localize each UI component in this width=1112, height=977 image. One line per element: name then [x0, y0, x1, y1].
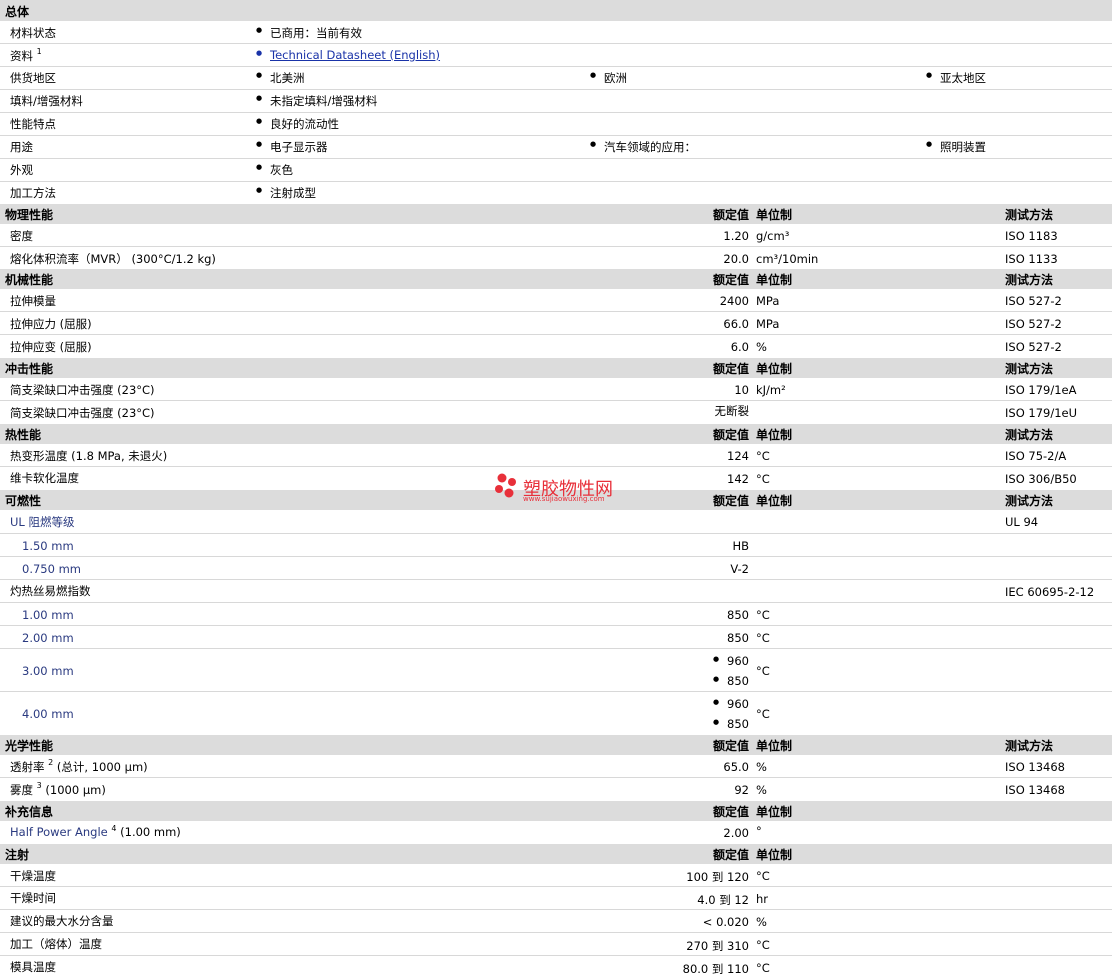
- general-row-status: 材料状态 已商用：当前有效: [0, 21, 1112, 44]
- datasheet-link[interactable]: Technical Datasheet (English): [256, 48, 440, 62]
- section-header-physical: 物理性能 额定值 单位制 测试方法: [0, 204, 1112, 224]
- watermark-url: www.sujiaowuxing.com: [523, 495, 605, 503]
- flammability-row-ul-1: 1.50 mm HB: [0, 534, 1112, 557]
- section-header-additional: 补充信息 额定值 单位制: [0, 801, 1112, 821]
- injection-row-drytime: 干燥时间 4.0 到 12 hr: [0, 887, 1112, 910]
- mechanical-row-modulus: 拉伸模量 2400 MPa ISO 527-2: [0, 289, 1112, 312]
- general-row-region: 供货地区 北美洲 欧洲 亚太地区: [0, 67, 1112, 90]
- thermal-row-hdt: 热变形温度 (1.8 MPa, 未退火) 124 °C ISO 75-2/A: [0, 444, 1112, 467]
- section-header-injection: 注射 额定值 单位制: [0, 844, 1112, 864]
- physical-row-density: 密度 1.20 g/cm³ ISO 1183: [0, 224, 1112, 247]
- watermark-logo: 塑胶物性网 www.sujiaowuxing.com: [493, 471, 613, 504]
- injection-row-moldtemp: 模具温度 80.0 到 110 °C: [10, 960, 770, 976]
- flammability-row-ul-2: 0.750 mm V-2: [0, 557, 1112, 580]
- section-header-impact: 冲击性能 额定值 单位制 测试方法: [0, 358, 1112, 378]
- mechanical-row-stress: 拉伸应力 (屈服) 66.0 MPa ISO 527-2: [0, 312, 1112, 335]
- flammability-row-gw-4: 4.00 mm 960 850 °C: [0, 692, 1112, 735]
- flammability-row-gw-2: 2.00 mm 850 °C: [0, 626, 1112, 649]
- injection-row-drytemp: 干燥温度 100 到 120 °C: [0, 864, 1112, 887]
- mechanical-row-strain: 拉伸应变 (屈服) 6.0 % ISO 527-2: [10, 340, 1062, 354]
- flammability-row-gw-1: 1.00 mm 850 °C: [0, 603, 1112, 626]
- injection-row-moisture: 建议的最大水分含量 < 0.020 %: [0, 910, 1112, 933]
- impact-row-unnotched: 简支梁缺口冲击强度 (23°C) 无断裂 ISO 179/1eU: [10, 404, 1078, 420]
- flammability-row-gw-3: 3.00 mm 960 850 °C: [0, 649, 1112, 692]
- general-row-filler: 填料/增强材料 未指定填料/增强材料: [0, 90, 1112, 113]
- general-row-docs: 资料 1 Technical Datasheet (English): [0, 44, 1112, 67]
- general-row-appearance: 外观 灰色: [0, 159, 1112, 182]
- optical-row-transmittance: 透射率 2 (总计, 1000 µm) 65.0 % ISO 13468: [0, 755, 1112, 778]
- watermark-dots-icon: [495, 473, 516, 498]
- impact-row-notched: 简支梁缺口冲击强度 (23°C) 10 kJ/m² ISO 179/1eA: [0, 378, 1112, 401]
- injection-row-melttemp: 加工（熔体）温度 270 到 310 °C: [0, 933, 1112, 956]
- optical-row-haze: 雾度 3 (1000 µm) 92 % ISO 13468: [10, 781, 1065, 798]
- physical-row-mvr: 熔化体积流率（MVR） (300°C/1.2 kg) 20.0 cm³/10mi…: [10, 252, 1058, 266]
- flammability-row-ul: UL 阻燃等级 UL 94: [0, 510, 1112, 534]
- section-header-mechanical: 机械性能 额定值 单位制 测试方法: [0, 269, 1112, 289]
- section-header-thermal: 热性能 额定值 单位制 测试方法: [0, 424, 1112, 444]
- general-row-uses: 用途 电子显示器 汽车领域的应用： 照明装置: [0, 136, 1112, 159]
- section-header-optical: 光学性能 额定值 单位制 测试方法: [0, 735, 1112, 755]
- additional-row-angle: Half Power Angle 4 (1.00 mm) 2.00 °: [10, 824, 762, 840]
- flammability-row-gwfi: 灼热丝易燃指数 IEC 60695-2-12: [0, 580, 1112, 603]
- general-row-features: 性能特点 良好的流动性: [0, 113, 1112, 136]
- section-header-general: 总体: [0, 0, 1112, 21]
- general-row-processing: 加工方法 注射成型: [0, 182, 1112, 204]
